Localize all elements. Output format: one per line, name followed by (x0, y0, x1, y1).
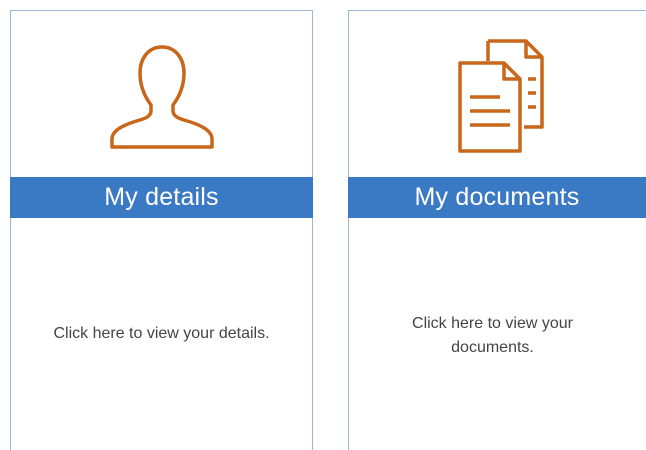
my-details-icon-area (11, 11, 312, 176)
user-silhouette-icon (109, 44, 214, 149)
my-details-title[interactable]: My details (10, 177, 313, 218)
my-documents-title[interactable]: My documents (348, 177, 646, 218)
documents-icon (457, 39, 544, 153)
my-documents-description: Click here to view your documents. (412, 315, 573, 356)
my-documents-card[interactable]: My documents Click here to view your doc… (348, 10, 646, 450)
my-details-card[interactable]: My details Click here to view your detai… (10, 10, 313, 450)
my-documents-icon-area (349, 11, 646, 176)
my-details-description: Click here to view your details. (53, 325, 270, 342)
